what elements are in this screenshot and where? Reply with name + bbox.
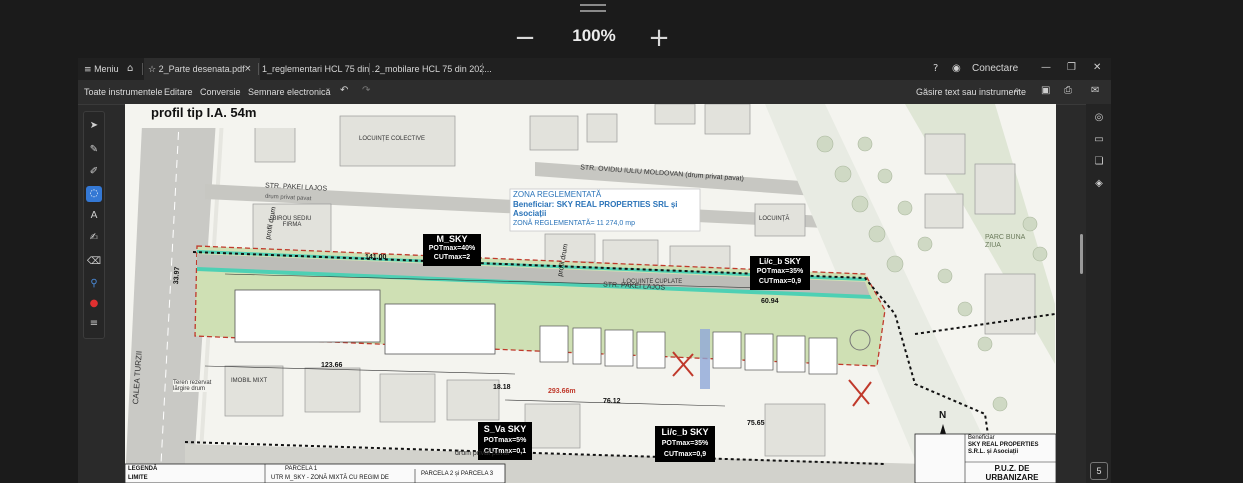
- fill-sign-icon[interactable]: ✍: [86, 230, 102, 246]
- zoom-bar: − 100% +: [0, 24, 1243, 54]
- comment-panel-icon[interactable]: ▭: [1091, 132, 1107, 148]
- page-number-badge[interactable]: 5: [1090, 462, 1108, 480]
- zone-m-sky: M_SKY POTmax=40% CUTmax=2: [428, 234, 476, 262]
- convert-button[interactable]: Conversie: [200, 80, 241, 104]
- scrollbar-thumb[interactable]: [1080, 234, 1083, 274]
- label-parc: PARC BUNA ZIUA: [985, 234, 1025, 249]
- hamburger-icon: ≡: [84, 65, 92, 75]
- tab-2-parte-desenata[interactable]: ☆ 2_Parte desenata.pdf ×: [144, 58, 260, 80]
- zona-area: ZONĂ REGLEMENTATĂ= 11 274,0 mp: [513, 220, 635, 227]
- drag-handle[interactable]: [580, 4, 606, 12]
- north-label: N: [939, 410, 947, 421]
- title-block-beneficiar-label: Beneficiar: [968, 435, 995, 441]
- comment-icon[interactable]: ✎: [86, 142, 102, 158]
- profile-title: profil tip I.A. 54m: [151, 105, 257, 120]
- help-icon[interactable]: ?: [933, 63, 938, 74]
- tab-bar: ≡ Meniu ⌂ ☆ 2_Parte desenata.pdf × 1_reg…: [78, 58, 1111, 80]
- tab-label: 2_mobilare HCL 75 din 202...: [375, 64, 492, 74]
- tab-mobilare[interactable]: 2_mobilare HCL 75 din 202...: [375, 58, 492, 80]
- dim-123: 123.66: [321, 362, 343, 369]
- tab-label: 2_Parte desenata.pdf: [158, 64, 245, 74]
- all-tools-button[interactable]: Toate instrumentele: [84, 80, 163, 104]
- building-corp-2: [384, 303, 496, 355]
- pages-icon[interactable]: ❏: [1091, 154, 1107, 170]
- pdf-viewer-window: ≡ Meniu ⌂ ☆ 2_Parte desenata.pdf × 1_reg…: [78, 58, 1111, 483]
- mail-icon[interactable]: ✉: [1091, 85, 1099, 96]
- toolbar: Toate instrumentele Editare Conversie Se…: [78, 80, 1111, 105]
- notifications-icon[interactable]: ◉: [952, 63, 961, 74]
- minimize-icon[interactable]: —: [1041, 62, 1051, 73]
- zoom-value: 100%: [572, 26, 616, 45]
- home-icon[interactable]: ⌂: [127, 63, 133, 74]
- zona-beneficiar: Beneficiar: SKY REAL PROPERTIES SRL și A…: [513, 200, 678, 218]
- more-tools-icon[interactable]: ≡: [86, 316, 102, 332]
- zone-lic-b-1: Li/c_b SKY POTmax=35% CUTmax=0,9: [756, 257, 804, 285]
- annotation-toolbar: ➤ ✎ ✐ ◌ A ✍ ⌫ ⚲ ● ≡: [83, 111, 105, 339]
- ai-assistant-icon[interactable]: ◎: [1091, 110, 1107, 126]
- dim-76: 76.12: [603, 398, 621, 405]
- star-icon[interactable]: ☆: [148, 65, 156, 75]
- label-locuinta: LOCUINȚĂ: [759, 216, 790, 222]
- dim-293: 293.66m: [548, 388, 576, 395]
- select-arrow-icon[interactable]: ➤: [86, 118, 102, 134]
- undo-icon[interactable]: ↶: [340, 85, 348, 96]
- dim-141: 141.00: [365, 254, 387, 261]
- title-block-proiect: P.U.Z. DE URBANIZARE: [985, 464, 1039, 482]
- connect-button[interactable]: Conectare: [972, 58, 1018, 80]
- label-cuplate: LOCUINȚE CUPLATE: [623, 279, 683, 285]
- close-window-icon[interactable]: ✕: [1093, 62, 1101, 73]
- zona-title: ZONA REGLEMENTATĂ: [513, 190, 602, 199]
- menu-label: Meniu: [94, 64, 119, 74]
- menu-button[interactable]: ≡ Meniu: [84, 58, 119, 80]
- zoom-in-button[interactable]: +: [644, 24, 674, 52]
- label-imobil-mixt: IMOBIL MIXT: [231, 378, 268, 384]
- layers-icon[interactable]: ◈: [1091, 176, 1107, 192]
- legend-limite: LIMITE: [128, 475, 148, 481]
- edit-button[interactable]: Editare: [164, 80, 193, 104]
- save-icon[interactable]: ▣: [1041, 85, 1050, 96]
- label-teren: Teren rezervat lărgire drum: [173, 380, 221, 392]
- zoom-out-button[interactable]: −: [510, 24, 540, 52]
- building-corp-1: [234, 289, 381, 343]
- redo-icon[interactable]: ↷: [362, 85, 370, 96]
- label-colective: LOCUINȚE COLECTIVE: [358, 136, 425, 142]
- tab-reglementari[interactable]: 1_reglementari HCL 75 din ...: [262, 58, 379, 80]
- legend-title: LEGENDĂ: [128, 466, 158, 472]
- esign-button[interactable]: Semnare electronică: [248, 80, 331, 104]
- tab-label: 1_reglementari HCL 75 din ...: [262, 64, 380, 74]
- legend-parcela-1: PARCELA 1: [285, 466, 318, 472]
- search-icon[interactable]: ⌕: [1014, 85, 1020, 96]
- title-block-beneficiar: SKY REAL PROPERTIES S.R.L. și Asociații: [968, 442, 1039, 455]
- eraser-icon[interactable]: ⌫: [86, 254, 102, 270]
- text-box-icon[interactable]: A: [86, 208, 102, 224]
- find-text-input[interactable]: Găsire text sau instrumente: [916, 80, 1026, 104]
- label-birou: BIROU SEDIU FIRMA: [272, 216, 312, 228]
- legend-utr: UTR M_SKY - ZONĂ MIXTĂ CU REGIM DE: [271, 475, 389, 481]
- dim-18: 18.18: [493, 384, 511, 391]
- dim-33: 33.97: [173, 266, 182, 285]
- dim-60: 60.94: [761, 298, 779, 305]
- pdf-page[interactable]: profil tip I.A. 54m ZONA REGLEMENTATĂ Be…: [125, 104, 1056, 483]
- close-tab-icon[interactable]: ×: [244, 58, 252, 80]
- private-road-2: drum privat pavat: [455, 450, 510, 457]
- color-dot-icon[interactable]: ●: [86, 296, 102, 312]
- restore-icon[interactable]: ❐: [1067, 62, 1076, 73]
- print-icon[interactable]: ⎙: [1064, 85, 1072, 96]
- zone-lic-b-2: Li/c_b SKY POTmax=35% CUTmax=0,9: [661, 427, 709, 458]
- draw-pen-icon[interactable]: ✐: [86, 164, 102, 180]
- right-panel-rail: ◎ ▭ ❏ ◈: [1086, 104, 1111, 483]
- pin-icon[interactable]: ⚲: [86, 276, 102, 292]
- legend-parcela-2: PARCELA 2 și PARCELA 3: [421, 471, 494, 477]
- lasso-icon[interactable]: ◌: [86, 186, 102, 202]
- dim-75: 75.65: [747, 420, 765, 427]
